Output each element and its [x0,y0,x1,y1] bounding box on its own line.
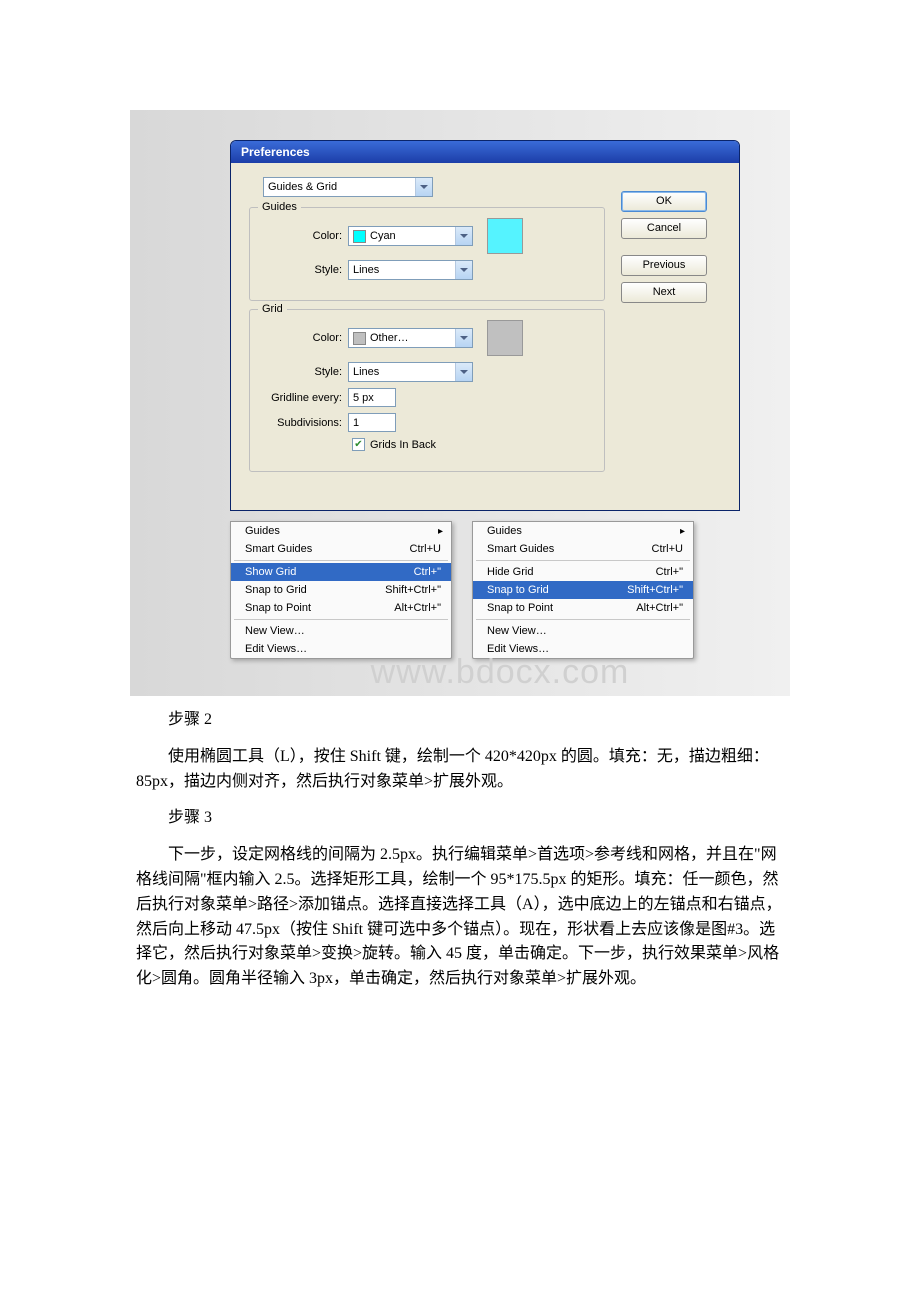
watermark-text: www.bdocx.com [230,653,770,696]
next-button[interactable]: Next [621,282,707,303]
menu-separator [234,560,448,561]
grid-color-select[interactable]: Other… [348,328,473,348]
preferences-dialog: Preferences Guides & Grid Guides Color: [230,140,740,511]
grids-in-back-label: Grids In Back [370,439,436,451]
step-3-paragraph: 下一步，设定网格线的间隔为 2.5px。执行编辑菜单>首选项>参考线和网格，并且… [136,843,784,992]
menu-smart-guides[interactable]: Smart GuidesCtrl+U [231,540,451,558]
submenu-arrow-icon [438,525,443,537]
color-swatch-icon [353,332,366,345]
ok-button[interactable]: OK [621,191,707,212]
dropdown-icon[interactable] [455,329,472,347]
guides-color-label: Color: [264,230,348,242]
grid-color-preview[interactable] [487,320,523,356]
menu-show-grid[interactable]: Show GridCtrl+" [231,563,451,581]
dropdown-icon[interactable] [415,178,432,196]
grid-style-value: Lines [353,366,379,378]
menu-snap-to-point[interactable]: Snap to PointAlt+Ctrl+" [473,599,693,617]
guides-style-select[interactable]: Lines [348,260,473,280]
menu-separator [476,560,690,561]
subdiv-input[interactable] [348,413,396,432]
grids-in-back-checkbox[interactable]: ✔ [352,438,365,451]
step-2-paragraph: 使用椭圆工具（L），按住 Shift 键，绘制一个 420*420px 的圆。填… [136,745,784,795]
dialog-titlebar: Preferences [231,141,739,163]
menu-smart-guides[interactable]: Smart GuidesCtrl+U [473,540,693,558]
guides-color-value: Cyan [370,230,396,242]
view-menu-right: Guides Smart GuidesCtrl+U Hide GridCtrl+… [472,521,694,659]
color-swatch-icon [353,230,366,243]
submenu-arrow-icon [680,525,685,537]
grid-legend: Grid [258,303,287,315]
dropdown-icon[interactable] [455,363,472,381]
subdiv-label: Subdivisions: [264,417,348,429]
dropdown-icon[interactable] [455,261,472,279]
menu-separator [234,619,448,620]
category-value: Guides & Grid [268,181,337,193]
category-select[interactable]: Guides & Grid [263,177,433,197]
step-3-heading: 步骤 3 [136,806,784,831]
menu-snap-to-point[interactable]: Snap to PointAlt+Ctrl+" [231,599,451,617]
cancel-button[interactable]: Cancel [621,218,707,239]
screenshot-area: Preferences Guides & Grid Guides Color: [130,110,790,696]
menu-snap-to-grid[interactable]: Snap to GridShift+Ctrl+" [473,581,693,599]
previous-button[interactable]: Previous [621,255,707,276]
article-body: 步骤 2 使用椭圆工具（L），按住 Shift 键，绘制一个 420*420px… [130,708,790,992]
dropdown-icon[interactable] [455,227,472,245]
grid-style-select[interactable]: Lines [348,362,473,382]
guides-color-select[interactable]: Cyan [348,226,473,246]
guides-group: Guides Color: Cyan Style: Lines [249,207,605,301]
grid-color-value: Other… [370,332,409,344]
view-menu-left: Guides Smart GuidesCtrl+U Show GridCtrl+… [230,521,452,659]
gridline-input[interactable] [348,388,396,407]
guides-color-preview[interactable] [487,218,523,254]
grid-color-label: Color: [264,332,348,344]
menu-new-view[interactable]: New View… [231,622,451,640]
menu-guides[interactable]: Guides [231,522,451,540]
menu-snap-to-grid[interactable]: Snap to GridShift+Ctrl+" [231,581,451,599]
menu-hide-grid[interactable]: Hide GridCtrl+" [473,563,693,581]
menu-new-view[interactable]: New View… [473,622,693,640]
gridline-label: Gridline every: [264,392,348,404]
guides-style-value: Lines [353,264,379,276]
grid-group: Grid Color: Other… Style: Lines [249,309,605,472]
menu-guides[interactable]: Guides [473,522,693,540]
guides-style-label: Style: [264,264,348,276]
step-2-heading: 步骤 2 [136,708,784,733]
grid-style-label: Style: [264,366,348,378]
guides-legend: Guides [258,201,301,213]
menu-separator [476,619,690,620]
